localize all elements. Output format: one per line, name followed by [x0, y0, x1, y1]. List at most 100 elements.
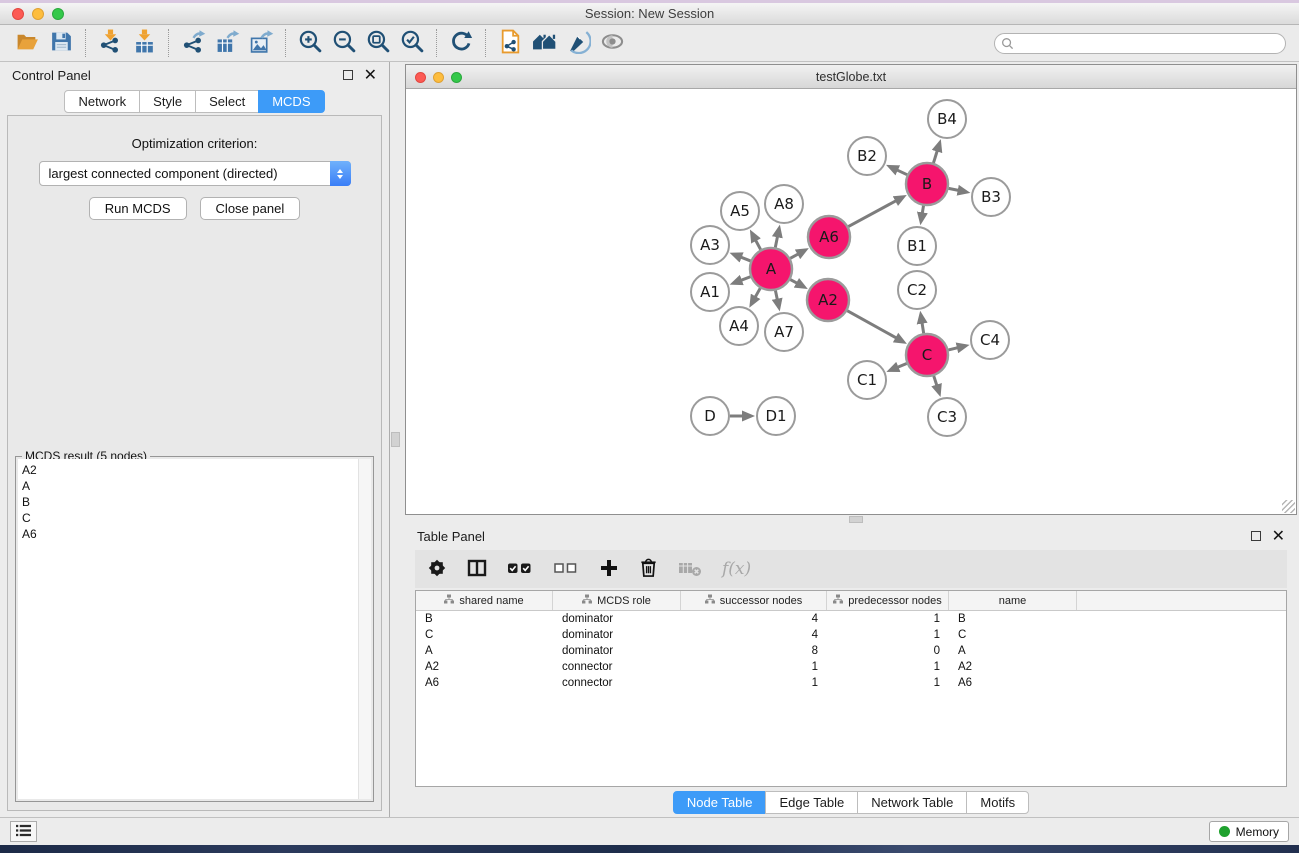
deselect-all-button[interactable] — [553, 558, 579, 581]
network-minimize-icon[interactable] — [433, 72, 444, 83]
table-close-panel-icon[interactable]: ✕ — [1272, 528, 1285, 544]
memory-button[interactable]: Memory — [1209, 821, 1289, 842]
tab-select[interactable]: Select — [195, 90, 259, 113]
table-cell: A — [416, 645, 553, 657]
export-network-button[interactable] — [176, 28, 210, 58]
svg-text:D: D — [704, 407, 716, 425]
close-window-icon[interactable] — [12, 8, 24, 20]
hide-annotations-button[interactable] — [561, 28, 595, 58]
tab-network-table[interactable]: Network Table — [857, 791, 967, 814]
graph-node-D1[interactable]: D1 — [757, 397, 795, 435]
column-header-successor-nodes[interactable]: successor nodes — [681, 591, 827, 610]
zoom-out-button[interactable] — [327, 28, 361, 58]
export-image-icon — [249, 29, 274, 57]
tab-style[interactable]: Style — [139, 90, 196, 113]
graph-node-B1[interactable]: B1 — [898, 227, 936, 265]
import-table-button[interactable] — [127, 28, 161, 58]
tab-network[interactable]: Network — [64, 90, 140, 113]
table-row[interactable]: Cdominator41C — [416, 627, 1286, 643]
export-image-button[interactable] — [244, 28, 278, 58]
zoom-window-icon[interactable] — [52, 8, 64, 20]
zoom-fit-button[interactable] — [361, 28, 395, 58]
svg-text:A4: A4 — [729, 317, 749, 335]
show-graphics-button[interactable] — [595, 28, 629, 58]
delete-column-button[interactable] — [639, 557, 658, 581]
select-all-button[interactable] — [507, 558, 533, 581]
float-panel-icon[interactable] — [343, 70, 353, 80]
save-session-button[interactable] — [44, 28, 78, 58]
network-file-button[interactable] — [493, 28, 527, 58]
graph-node-A1[interactable]: A1 — [691, 273, 729, 311]
tab-edge-table[interactable]: Edge Table — [765, 791, 858, 814]
network-graph[interactable]: A A1 A2 A3 A4 A5 A6 A7 A8 B B1 B2 B3 B4 C C1 C2 C3 C4 D D1 — [406, 89, 1292, 509]
graph-node-A6[interactable]: A6 — [808, 216, 850, 258]
graph-node-B2[interactable]: B2 — [848, 137, 886, 175]
close-panel-icon[interactable]: ✕ — [364, 67, 377, 83]
graph-node-C1[interactable]: C1 — [848, 361, 886, 399]
mcds-result-item[interactable]: A6 — [18, 526, 371, 542]
mcds-result-item[interactable]: C — [18, 510, 371, 526]
network-zoom-icon[interactable] — [451, 72, 462, 83]
mcds-result-item[interactable]: A — [18, 478, 371, 494]
zoom-selected-button[interactable] — [395, 28, 429, 58]
refresh-button[interactable] — [444, 28, 478, 58]
hide-annotations-icon — [566, 29, 591, 57]
graph-node-A4[interactable]: A4 — [720, 307, 758, 345]
zoom-in-button[interactable] — [293, 28, 327, 58]
graph-node-C4[interactable]: C4 — [971, 321, 1009, 359]
vertical-split-handle[interactable] — [391, 432, 400, 447]
gear-button[interactable] — [427, 558, 447, 581]
result-scrollbar[interactable] — [358, 459, 371, 799]
criterion-select[interactable]: largest connected component (directed) — [39, 161, 351, 186]
graph-node-A[interactable]: A — [750, 248, 792, 290]
graph-node-A3[interactable]: A3 — [691, 226, 729, 264]
add-column-button[interactable] — [599, 558, 619, 581]
table-row[interactable]: Bdominator41B — [416, 611, 1286, 627]
mcds-result-list[interactable]: A2ABCA6 — [18, 459, 371, 799]
horizontal-split-handle[interactable] — [849, 516, 863, 523]
column-header-predecessor-nodes[interactable]: predecessor nodes — [827, 591, 949, 610]
graph-node-C3[interactable]: C3 — [928, 398, 966, 436]
graph-node-A7[interactable]: A7 — [765, 313, 803, 351]
column-header-MCDS-role[interactable]: MCDS role — [553, 591, 681, 610]
network-close-icon[interactable] — [415, 72, 426, 83]
search-input[interactable] — [994, 33, 1286, 54]
open-session-button[interactable] — [10, 28, 44, 58]
mcds-result-item[interactable]: B — [18, 494, 371, 510]
minimize-window-icon[interactable] — [32, 8, 44, 20]
resize-grip-icon[interactable] — [1282, 500, 1295, 513]
graph-node-B[interactable]: B — [906, 163, 948, 205]
table-float-panel-icon[interactable] — [1251, 531, 1261, 541]
graph-node-C2[interactable]: C2 — [898, 271, 936, 309]
tab-node-table[interactable]: Node Table — [673, 791, 767, 814]
split-view-button[interactable] — [467, 558, 487, 581]
table-row[interactable]: A2connector11A2 — [416, 659, 1286, 675]
close-panel-button[interactable]: Close panel — [200, 197, 301, 220]
network-canvas[interactable]: A A1 A2 A3 A4 A5 A6 A7 A8 B B1 B2 B3 B4 C C1 C2 C3 C4 D D1 — [406, 89, 1296, 514]
graph-node-B3[interactable]: B3 — [972, 178, 1010, 216]
home-button[interactable] — [527, 28, 561, 58]
graph-node-D[interactable]: D — [691, 397, 729, 435]
column-header-shared-name[interactable]: shared name — [416, 591, 553, 610]
table-body: Bdominator41BCdominator41CAdominator80AA… — [416, 611, 1286, 786]
run-mcds-button[interactable]: Run MCDS — [89, 197, 187, 220]
svg-text:C4: C4 — [980, 331, 1000, 349]
export-table-icon — [215, 29, 240, 57]
graph-node-A8[interactable]: A8 — [765, 185, 803, 223]
task-history-button[interactable] — [10, 821, 37, 842]
graph-node-A2[interactable]: A2 — [807, 279, 849, 321]
mcds-result-item[interactable]: A2 — [18, 462, 371, 478]
control-panel-title: Control Panel — [12, 68, 91, 83]
table-row[interactable]: Adominator80A — [416, 643, 1286, 659]
graph-node-A5[interactable]: A5 — [721, 192, 759, 230]
table-row[interactable]: A6connector11A6 — [416, 675, 1286, 691]
svg-text:D1: D1 — [765, 407, 786, 425]
export-table-button[interactable] — [210, 28, 244, 58]
graph-node-B4[interactable]: B4 — [928, 100, 966, 138]
graph-node-C[interactable]: C — [906, 334, 948, 376]
tab-motifs[interactable]: Motifs — [966, 791, 1029, 814]
column-header-name[interactable]: name — [949, 591, 1077, 610]
table-cell: 0 — [827, 645, 949, 657]
import-network-button[interactable] — [93, 28, 127, 58]
tab-mcds[interactable]: MCDS — [258, 90, 324, 113]
